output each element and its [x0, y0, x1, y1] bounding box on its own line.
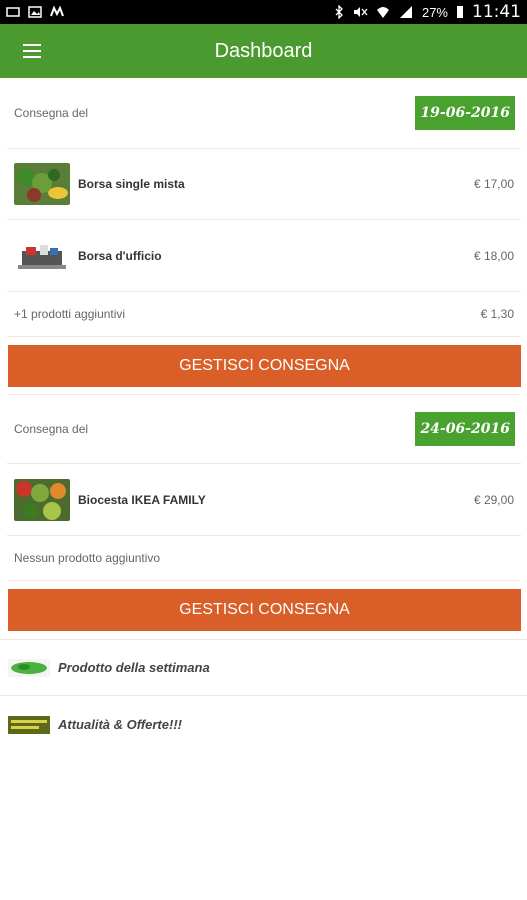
app-bar: Dashboard [0, 24, 527, 78]
product-image-office-bag [14, 234, 70, 277]
promo-item-weekly-product[interactable]: Prodotto della settimana [0, 639, 527, 696]
delivery-header: Consegna del 24-06-2016 [7, 394, 521, 464]
delivery-date-badge: 24-06-2016 [415, 412, 515, 446]
product-name: Borsa d'ufficio [78, 248, 162, 263]
product-row[interactable]: Biocesta IKEA FAMILY € 29,00 [7, 464, 521, 536]
product-image-biocesta [14, 478, 70, 521]
cast-icon [6, 7, 20, 17]
extra-products-label: Nessun prodotto aggiuntivo [14, 551, 161, 565]
clock: 11:41 [472, 2, 521, 22]
extra-products-row: Nessun prodotto aggiuntivo [7, 536, 521, 581]
mute-icon [353, 7, 368, 17]
promo-item-news-offers[interactable]: Attualità & Offerte!!! [0, 696, 527, 753]
delivery-header: Consegna del 19-06-2016 [7, 78, 521, 149]
page-title: Dashboard [214, 39, 313, 62]
bluetooth-icon [335, 5, 343, 19]
hamburger-menu-icon[interactable] [23, 44, 41, 58]
promo-label: Attualità & Offerte!!! [58, 717, 182, 732]
manage-delivery-button[interactable]: GESTISCI CONSEGNA [8, 589, 521, 631]
app-icon [50, 6, 64, 17]
weekly-product-icon [8, 658, 50, 677]
delivery-date-label: Consegna del [14, 106, 89, 120]
signal-icon [399, 6, 412, 18]
battery-icon [457, 6, 463, 18]
wifi-icon [376, 7, 389, 18]
product-price: € 18,00 [473, 248, 514, 263]
extra-products-price: € 1,30 [480, 307, 514, 321]
extra-products-row: +1 prodotti aggiuntivi € 1,30 [7, 292, 521, 337]
delivery-date-badge: 19-06-2016 [415, 96, 515, 130]
manage-delivery-button[interactable]: GESTISCI CONSEGNA [8, 345, 521, 387]
news-offers-icon [8, 715, 50, 734]
product-image-vegetables [14, 163, 70, 205]
delivery-date-label: Consegna del [14, 422, 89, 436]
product-row[interactable]: Borsa d'ufficio € 18,00 [7, 220, 521, 292]
extra-products-label: +1 prodotti aggiuntivi [14, 307, 126, 321]
system-indicators: 27% 11:41 [334, 2, 521, 22]
product-price: € 17,00 [473, 177, 514, 191]
product-name: Borsa single mista [78, 177, 185, 191]
status-bar: 27% 11:41 [0, 0, 527, 24]
product-row[interactable]: Borsa single mista € 17,00 [7, 149, 521, 220]
product-price: € 29,00 [473, 492, 514, 507]
product-name: Biocesta IKEA FAMILY [78, 492, 206, 507]
image-icon [28, 6, 42, 18]
promo-label: Prodotto della settimana [58, 660, 210, 675]
notification-icons [6, 6, 64, 18]
battery-percent: 27% [421, 4, 448, 20]
